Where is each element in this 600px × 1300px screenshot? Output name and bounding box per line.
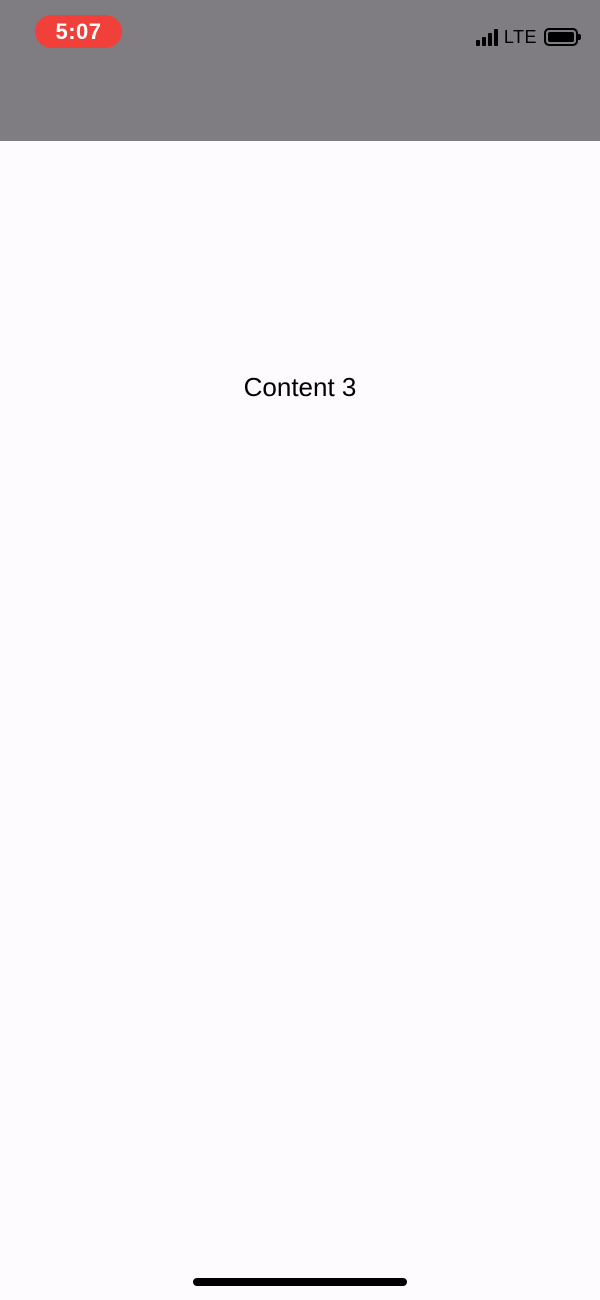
status-indicators: LTE: [475, 26, 581, 48]
home-indicator[interactable]: [193, 1278, 407, 1286]
battery-icon: [544, 28, 581, 46]
status-bar: 5:07 LTE: [0, 0, 600, 141]
content-area: Content 3: [0, 141, 600, 1300]
network-type-label: LTE: [503, 26, 537, 47]
status-time[interactable]: 5:07: [35, 15, 122, 48]
content-label: Content 3: [243, 372, 357, 402]
cellular-signal-icon: [475, 28, 498, 46]
